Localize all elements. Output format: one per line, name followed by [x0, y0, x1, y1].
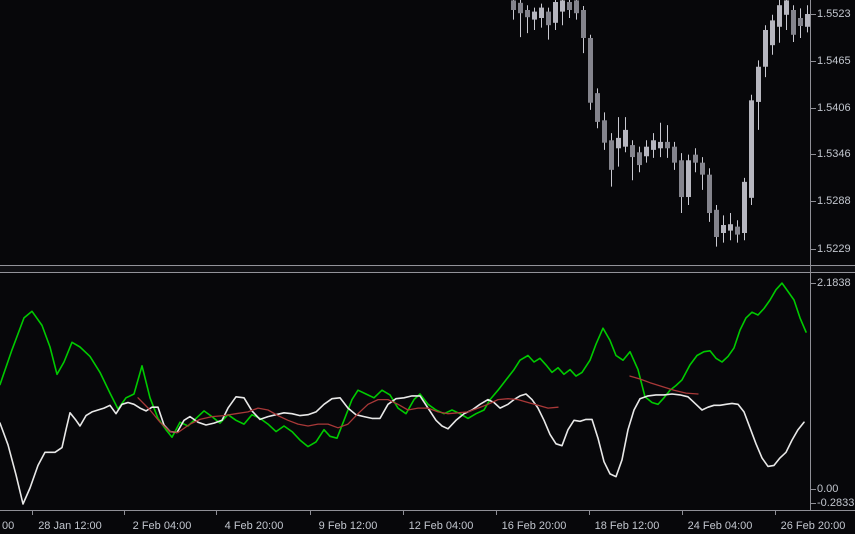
indicator-axis-label: -0.2833	[817, 497, 855, 509]
indicator-lines	[0, 272, 855, 510]
time-axis-tick	[589, 511, 590, 515]
price-axis-label: 1.5406	[817, 102, 855, 114]
time-axis-label: 12 Feb 04:00	[393, 519, 489, 534]
price-axis-tick	[810, 108, 816, 109]
time-axis-tick	[682, 511, 683, 515]
price-axis-label: 1.5288	[817, 195, 855, 207]
indicator-axis-tick	[810, 489, 816, 490]
time-axis-label: 28 Jan 12:00	[22, 519, 118, 534]
indicator-axis-label: 2.1838	[817, 277, 855, 289]
time-axis-tick	[310, 511, 311, 515]
price-axis-label: 1.5523	[817, 8, 855, 20]
time-axis-label: 18 Feb 12:00	[579, 519, 675, 534]
time-axis-label: 2 Feb 04:00	[114, 519, 210, 534]
indicator-axis-tick	[810, 503, 816, 504]
time-axis-tick	[775, 511, 776, 515]
price-axis-tick	[810, 14, 816, 15]
price-axis-tick	[810, 154, 816, 155]
price-axis-tick	[810, 61, 816, 62]
time-axis-label: 26 Feb 20:00	[765, 519, 855, 534]
signal-line-red-b	[630, 376, 698, 394]
candlestick-series	[0, 0, 855, 265]
time-axis-tick	[32, 511, 33, 515]
time-axis-tick	[496, 511, 497, 515]
price-axis-label: 1.5465	[817, 55, 855, 67]
fast-line-green	[0, 283, 806, 447]
price-scale-axis-line	[810, 0, 811, 510]
indicator-axis-tick	[810, 283, 816, 284]
trading-chart-window: 1.5523 1.5465 1.5406 1.5346 1.5288 1.5229 2.18…	[0, 0, 855, 534]
time-axis-label: 4 Feb 20:00	[206, 519, 302, 534]
indicator-pane[interactable]	[0, 272, 855, 510]
price-axis-label: 1.5229	[817, 243, 855, 255]
time-axis-tick	[403, 511, 404, 515]
time-axis-label: 24 Feb 04:00	[672, 519, 768, 534]
price-axis-label: 1.5346	[817, 148, 855, 160]
time-axis-tick	[216, 511, 217, 515]
price-axis-tick	[810, 201, 816, 202]
time-axis-tick	[124, 511, 125, 515]
time-scale-axis-line	[0, 510, 855, 511]
time-axis-label: 16 Feb 20:00	[486, 519, 582, 534]
time-axis-label: 9 Feb 12:00	[300, 519, 396, 534]
indicator-axis-label: 0.00	[817, 483, 855, 495]
price-axis-tick	[810, 249, 816, 250]
time-axis-label-partial: 00	[2, 519, 26, 534]
price-pane[interactable]	[0, 0, 855, 265]
